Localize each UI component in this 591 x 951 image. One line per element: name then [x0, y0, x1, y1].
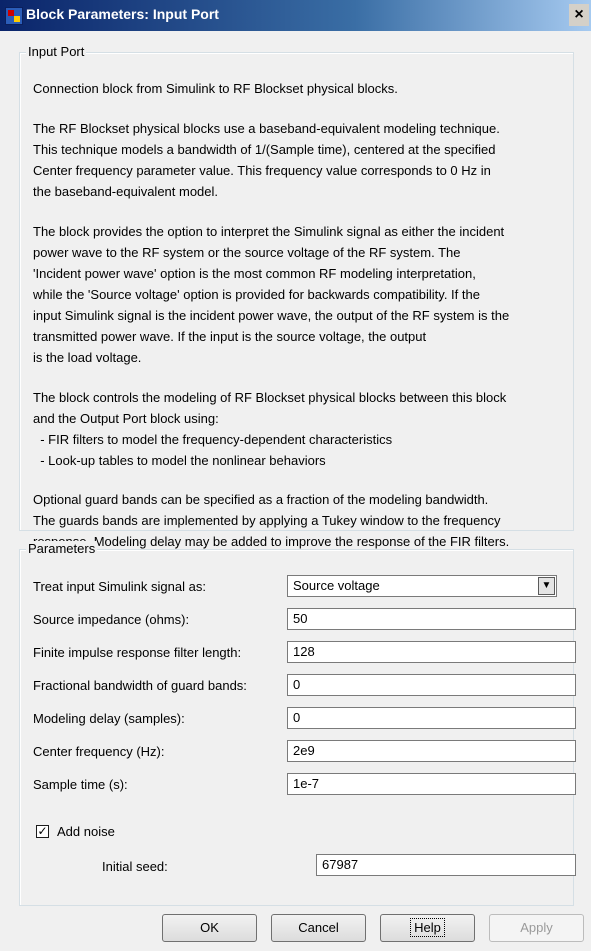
input-port-group: Input Port Connection block from Simulin… — [19, 44, 574, 549]
description-line: The RF Blockset physical blocks use a ba… — [33, 121, 500, 136]
description-line: - FIR filters to model the frequency-dep… — [33, 432, 393, 447]
source-impedance-field[interactable]: 50 — [287, 608, 576, 630]
description-line: The block controls the modeling of RF Bl… — [33, 390, 507, 405]
add-noise-label[interactable]: Add noise — [57, 824, 115, 839]
apply-button[interactable]: Apply — [489, 914, 584, 942]
center-frequency-field[interactable]: 2e9 — [287, 740, 576, 762]
add-noise-checkbox[interactable]: ✓ — [36, 825, 49, 838]
apply-button-label: Apply — [520, 920, 553, 935]
description-line: power wave to the RF system or the sourc… — [33, 245, 461, 260]
description-line: Optional guard bands can be specified as… — [33, 492, 489, 507]
modeling-delay-field[interactable]: 0 — [287, 707, 576, 729]
description-line: is the load voltage. — [33, 350, 142, 365]
modeling-delay-label: Modeling delay (samples): — [33, 711, 185, 726]
description-line: input Simulink signal is the incident po… — [33, 308, 510, 323]
treat-input-dropdown[interactable]: Source voltage ▼ — [287, 575, 557, 597]
help-button[interactable]: Help — [380, 914, 475, 942]
title-bar[interactable]: Block Parameters: Input Port × — [0, 0, 591, 31]
guard-bands-label: Fractional bandwidth of guard bands: — [33, 678, 247, 693]
help-button-label: Help — [410, 918, 445, 937]
description-line: - Look-up tables to model the nonlinear … — [33, 453, 326, 468]
description-line: Connection block from Simulink to RF Blo… — [33, 81, 398, 96]
sample-time-field[interactable]: 1e-7 — [287, 773, 576, 795]
parameters-legend: Parameters — [26, 541, 98, 556]
description-line: 'Incident power wave' option is the most… — [33, 266, 476, 281]
window-title: Block Parameters: Input Port — [26, 6, 219, 22]
chevron-down-icon[interactable]: ▼ — [538, 577, 555, 595]
fir-length-label: Finite impulse response filter length: — [33, 645, 242, 660]
input-port-legend: Input Port — [26, 44, 87, 59]
center-frequency-label: Center frequency (Hz): — [33, 744, 165, 759]
ok-button-label: OK — [200, 920, 219, 935]
initial-seed-label: Initial seed: — [102, 859, 168, 874]
cancel-button[interactable]: Cancel — [271, 914, 366, 942]
description-line: This technique models a bandwidth of 1/(… — [33, 142, 496, 157]
treat-input-label: Treat input Simulink signal as: — [33, 579, 206, 594]
initial-seed-field[interactable]: 67987 — [316, 854, 576, 876]
treat-input-value: Source voltage — [293, 578, 380, 593]
description-line: and the Output Port block using: — [33, 411, 219, 426]
fir-length-field[interactable]: 128 — [287, 641, 576, 663]
description-line: while the 'Source voltage' option is pro… — [33, 287, 480, 302]
sample-time-label: Sample time (s): — [33, 777, 128, 792]
description-line: the baseband-equivalent model. — [33, 184, 219, 199]
ok-button[interactable]: OK — [162, 914, 257, 942]
description-line: Center frequency parameter value. This f… — [33, 163, 491, 178]
close-icon[interactable]: × — [569, 4, 589, 26]
description-line: The block provides the option to interpr… — [33, 224, 505, 239]
guard-bands-field[interactable]: 0 — [287, 674, 576, 696]
source-impedance-label: Source impedance (ohms): — [33, 612, 190, 627]
parameters-group: Parameters Treat input Simulink signal a… — [19, 541, 576, 906]
simulink-block-icon — [5, 7, 23, 25]
description-line: The guards bands are implemented by appl… — [33, 513, 501, 528]
cancel-button-label: Cancel — [298, 920, 339, 935]
description-line: transmitted power wave. If the input is … — [33, 329, 427, 344]
